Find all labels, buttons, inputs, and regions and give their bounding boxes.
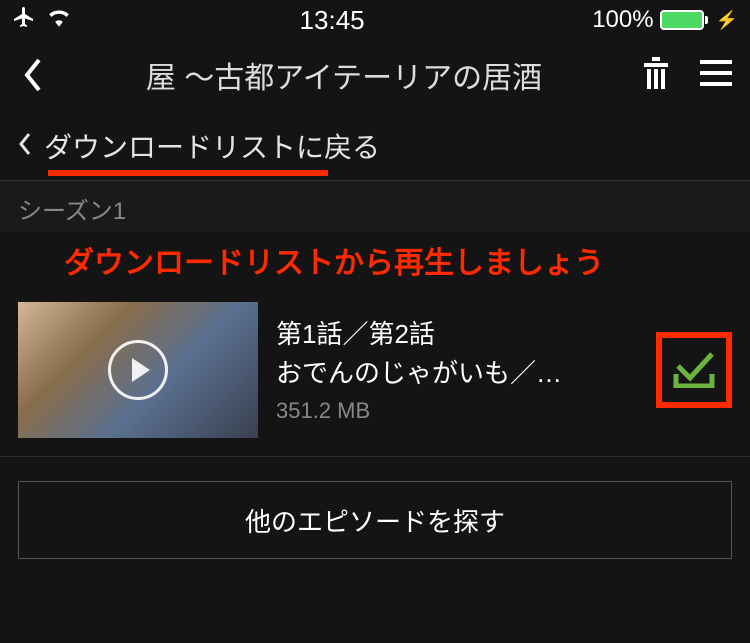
charging-icon: ⚡ xyxy=(716,10,738,31)
episode-size: 351.2 MB xyxy=(276,398,638,424)
more-episodes-button[interactable]: 他のエピソードを探す xyxy=(18,481,732,559)
episode-thumbnail[interactable] xyxy=(18,302,258,438)
annotation-highlight-box xyxy=(656,332,732,408)
trash-icon[interactable] xyxy=(640,55,672,96)
breadcrumb[interactable]: ダウンロードリストに戻る xyxy=(0,110,750,180)
battery-icon xyxy=(660,10,708,30)
back-button[interactable] xyxy=(18,55,48,95)
episode-subtitle: おでんのじゃがいも／… xyxy=(276,353,638,390)
more-episodes-label: 他のエピソードを探す xyxy=(245,502,505,539)
airplane-icon xyxy=(12,5,36,36)
chevron-left-icon xyxy=(18,132,32,161)
annotation-text: ダウンロードリストから再生しましょう xyxy=(0,232,750,290)
download-complete-icon[interactable] xyxy=(672,348,716,393)
page-title: 屋 〜古都アイテーリアの居酒 xyxy=(68,53,620,97)
battery-percent: 100% xyxy=(592,6,653,34)
status-right: 100% ⚡ xyxy=(592,6,738,34)
episode-title: 第1話／第2話 xyxy=(276,316,638,352)
breadcrumb-label: ダウンロードリストに戻る xyxy=(44,126,380,166)
status-left xyxy=(12,5,72,36)
annotation-underline xyxy=(48,170,328,176)
play-icon xyxy=(108,340,168,400)
episode-info: 第1話／第2話 おでんのじゃがいも／… 351.2 MB xyxy=(276,316,638,423)
menu-icon[interactable] xyxy=(700,60,732,91)
status-bar: 13:45 100% ⚡ xyxy=(0,0,750,40)
episode-row[interactable]: 第1話／第2話 おでんのじゃがいも／… 351.2 MB xyxy=(0,290,750,457)
nav-bar: 屋 〜古都アイテーリアの居酒 xyxy=(0,40,750,110)
status-time: 13:45 xyxy=(72,5,592,36)
season-label: シーズン1 xyxy=(0,180,750,232)
wifi-icon xyxy=(46,6,72,34)
